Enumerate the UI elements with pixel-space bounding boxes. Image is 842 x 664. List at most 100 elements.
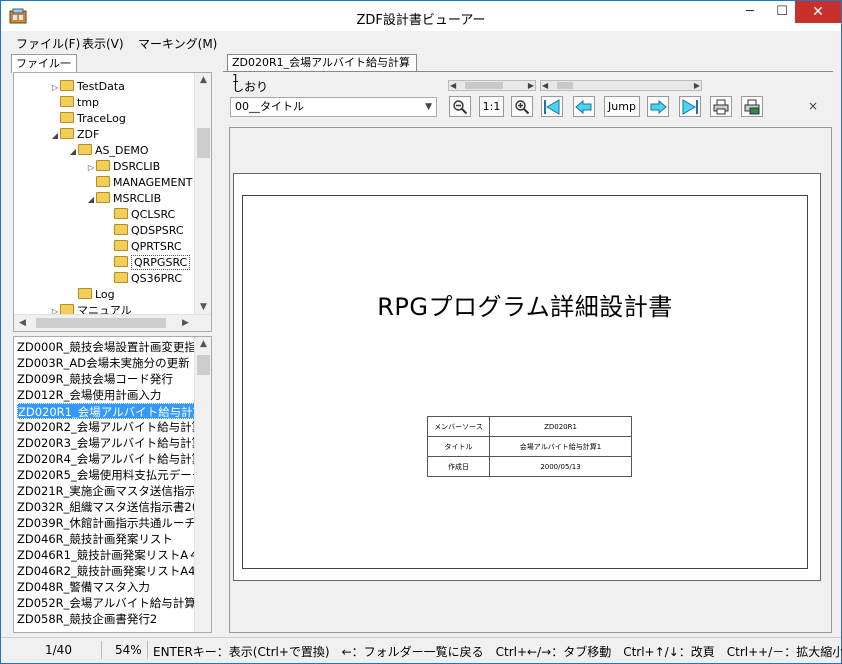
print-button[interactable] [710, 96, 732, 117]
tree-item[interactable]: ▷ TestData [50, 79, 125, 95]
expand-icon[interactable]: ▷ [50, 80, 60, 96]
page-scroll-thumb[interactable] [557, 82, 573, 89]
tree-item[interactable]: QCLSRC [104, 207, 175, 223]
close-window-button[interactable]: ✕ [795, 1, 841, 23]
scroll-up-icon[interactable]: ▲ [195, 337, 211, 351]
tree-item-label: QDSPSRC [131, 224, 184, 237]
tree-item[interactable]: ▷ DSRCLIB [86, 159, 160, 175]
folder-icon [96, 176, 110, 187]
collapse-icon[interactable]: ◢ [50, 128, 60, 144]
tree-item[interactable]: tmp [50, 95, 99, 111]
file-list-item[interactable]: ZD012R_会場使用計画入力 [17, 387, 195, 403]
file-list-item[interactable]: ZD020R5_会場使用料支払元データ [17, 467, 195, 483]
file-list[interactable]: ZD000R_競技会場設置計画変更指 ZD003R_AD会場未実施分の更新 ZD00… [13, 336, 212, 633]
tree-item[interactable]: ◢ AS_DEMO [68, 143, 149, 159]
tree-item[interactable]: QPRTSRC [104, 239, 182, 255]
print-settings-button[interactable] [741, 96, 763, 117]
zoom-in-button[interactable] [511, 96, 533, 117]
last-page-icon [682, 99, 698, 115]
file-list-item[interactable]: ZD009R_競技会場コード発行 [17, 371, 195, 387]
scroll-up-icon[interactable]: ▲ [195, 73, 211, 87]
document-title: RPGプログラム詳細設計書 [377, 293, 673, 321]
tree-item-label: QRPGSRC [131, 255, 191, 270]
folder-icon [114, 208, 128, 219]
folder-icon [60, 96, 74, 107]
previous-page-button[interactable] [573, 96, 595, 117]
bookmark-select-value: 00__タイトル [235, 100, 304, 113]
file-list-item[interactable]: ZD039R_休館計画指示共通ルーチン [17, 515, 195, 531]
file-list-item[interactable]: ZD020R2_会場アルバイト給与計算2 [17, 419, 195, 435]
file-list-item[interactable]: ZD058R_競技企画書発行2 [17, 611, 195, 627]
meta-row: タイトル 会場アルバイト給与計算1 [427, 436, 632, 457]
file-list-item[interactable]: ZD032R_組織マスタ送信指示書2(AD [17, 499, 195, 515]
scroll-right-icon[interactable]: ▶ [177, 316, 194, 330]
last-page-button[interactable] [679, 96, 701, 117]
bookmark-select[interactable]: 00__タイトル ▼ [230, 97, 437, 117]
file-list-item[interactable]: ZD046R_競技計画発案リスト [17, 531, 195, 547]
file-list-item[interactable]: ZD003R_AD会場未実施分の更新 [17, 355, 195, 371]
tree-item[interactable]: MANAGEMENT [86, 175, 192, 191]
list-scroll-thumb[interactable] [197, 355, 210, 375]
scroll-left-icon[interactable]: ◀ [450, 81, 456, 90]
page-scrollbar[interactable]: ◀ ▶ [540, 80, 702, 91]
file-list-item[interactable]: ZD020R4_会場アルバイト給与計算4 [17, 451, 195, 467]
tree-item[interactable]: QS36PRC [104, 271, 182, 287]
folder-icon [60, 80, 74, 91]
jump-button[interactable]: Jump [604, 96, 640, 117]
minimize-button[interactable]: ─ [735, 1, 765, 23]
file-list-item[interactable]: ZD020R3_会場アルバイト給与計算3 [17, 435, 195, 451]
file-list-item[interactable]: ZD048R_警備マスタ入力 [17, 579, 195, 595]
document-meta-table: メンバーソース ZD020R1 タイトル 会場アルバイト給与計算1 作成日 2000/05… [427, 416, 632, 477]
tree-item[interactable]: ◢ ZDF [50, 127, 99, 143]
maximize-button[interactable]: ☐ [767, 1, 797, 23]
list-vertical-scrollbar[interactable]: ▲ [194, 337, 211, 632]
meta-row: メンバーソース ZD020R1 [427, 416, 632, 437]
file-list-item[interactable]: ZD052R_会場アルバイト給与計算取 [17, 595, 195, 611]
scroll-right-icon[interactable]: ▶ [694, 81, 700, 90]
tree-item[interactable]: ◢ MSRCLIB [86, 191, 161, 207]
meta-value: 会場アルバイト給与計算1 [489, 436, 632, 457]
tree-item[interactable]: QDSPSRC [104, 223, 184, 239]
tab-file-list[interactable]: ファイル一覧 [11, 54, 77, 87]
tree-hscroll-thumb[interactable] [36, 318, 166, 328]
file-list-item[interactable]: ZD046R2_競技計画発案リストA4印 [17, 563, 195, 579]
collapse-icon[interactable]: ◢ [86, 192, 96, 208]
menu-view[interactable]: 表示(V) [82, 35, 124, 52]
zoom-scrollbar[interactable]: ◀ ▶ [448, 80, 536, 91]
scroll-left-icon[interactable]: ◀ [542, 81, 548, 90]
tree-vertical-scrollbar[interactable]: ▲ ▼ [194, 73, 211, 314]
zoom-scroll-thumb[interactable] [465, 82, 503, 89]
tree-item-label: QS36PRC [131, 272, 183, 285]
folder-icon [78, 144, 92, 155]
tab-document[interactable]: ZD020R1_会場アルバイト給与計算1 [227, 54, 417, 85]
collapse-icon[interactable]: ◢ [68, 144, 78, 160]
file-list-item[interactable]: ZD046R1_競技計画発案リストA４ 連 [17, 547, 195, 563]
tree-item[interactable]: Log [68, 287, 115, 303]
scroll-left-icon[interactable]: ◀ [14, 316, 31, 330]
file-list-item[interactable]: ZD021R_実施企画マスタ送信指示書 [17, 483, 195, 499]
file-list-item[interactable]: ZD000R_競技会場設置計画変更指 [17, 339, 195, 355]
tree-item[interactable]: TraceLog [50, 111, 126, 127]
folder-icon [114, 240, 128, 251]
expand-icon[interactable]: ▷ [86, 160, 96, 176]
tree-scroll-thumb[interactable] [197, 128, 210, 158]
menu-file[interactable]: ファイル(F) [16, 35, 80, 52]
tree-item[interactable]: QRPGSRC [104, 255, 191, 271]
scroll-down-icon[interactable]: ▼ [195, 300, 211, 314]
bookmark-label: しおり [232, 80, 269, 94]
folder-icon [60, 112, 74, 123]
zoom-out-button[interactable] [449, 96, 471, 117]
next-page-button[interactable] [647, 96, 669, 117]
first-page-button[interactable] [541, 96, 563, 117]
file-list-item[interactable]: ZD020R1_会場アルバイト給与計算1 [17, 403, 195, 419]
scroll-right-icon[interactable]: ▶ [528, 81, 534, 90]
close-document-button[interactable]: × [808, 99, 818, 113]
actual-size-button[interactable]: 1:1 [479, 96, 504, 117]
tree-item-label: TraceLog [77, 112, 126, 125]
tree-item-label: AS_DEMO [95, 144, 149, 157]
folder-tree[interactable]: ▷ TestData tmp TraceLog ◢ ZDF ◢ AS_DEMO ▷ DSRCLIB… [13, 72, 212, 332]
menu-marking[interactable]: マーキング(M) [138, 35, 217, 52]
menu-bar: ファイル(F) 表示(V) マーキング(M) [1, 31, 841, 52]
tree-item-label: QCLSRC [131, 208, 176, 221]
tree-horizontal-scrollbar[interactable]: ◀ ▶ [14, 314, 211, 331]
